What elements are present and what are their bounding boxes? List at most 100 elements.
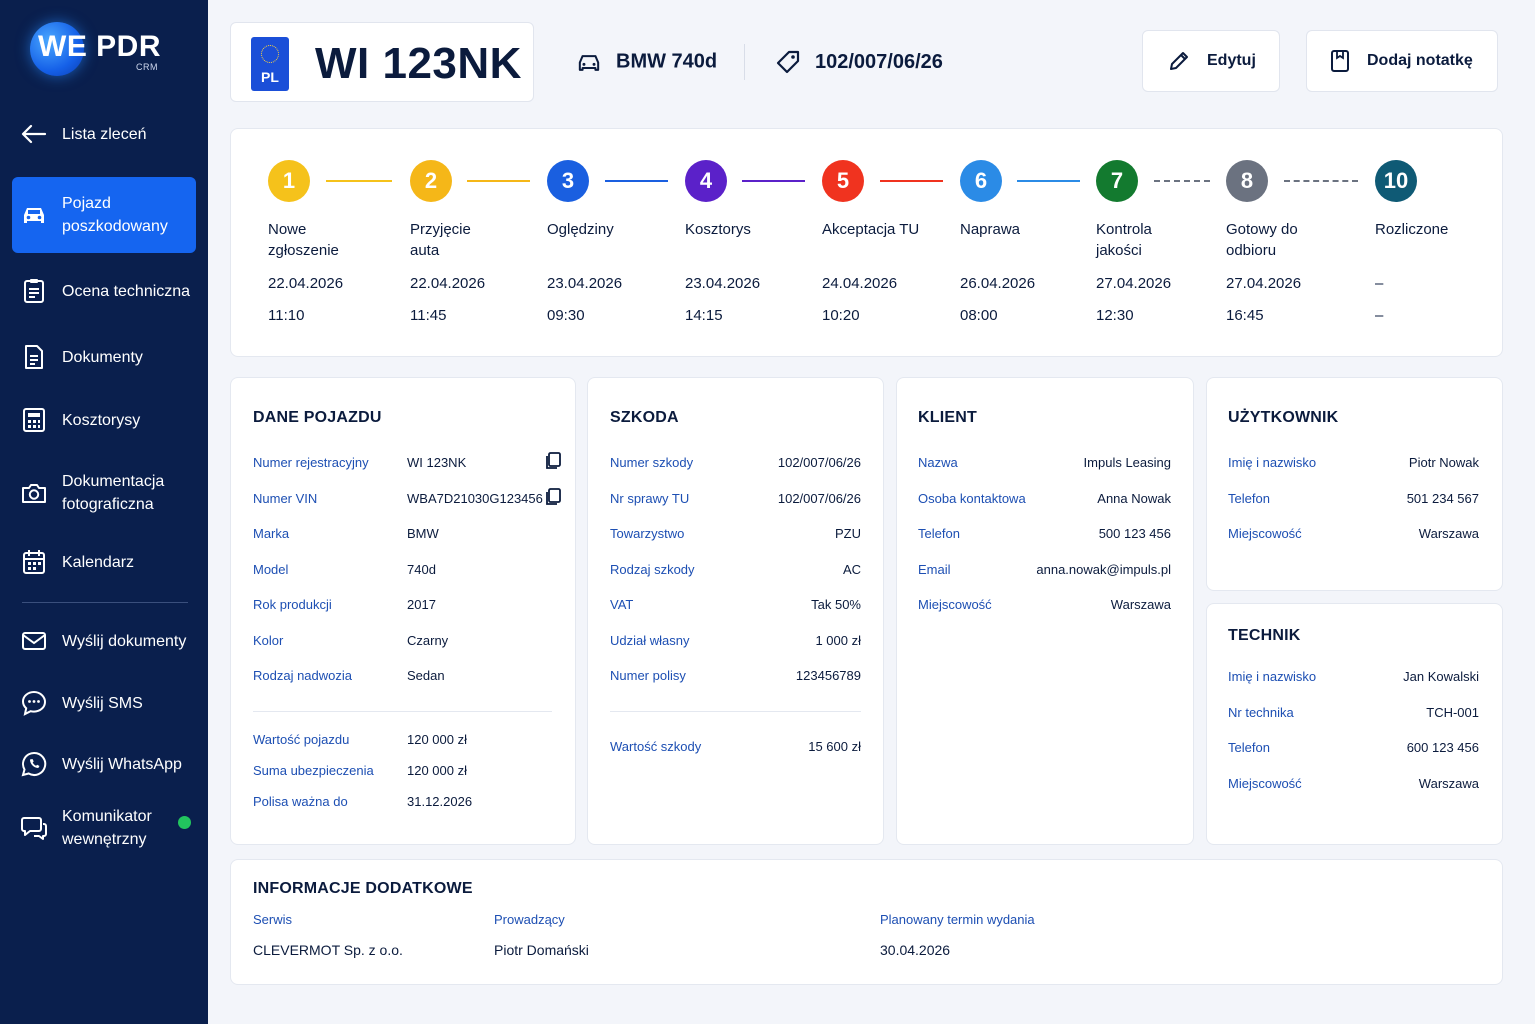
user-field-value: 501 234 567: [1406, 490, 1479, 506]
sidebar-divider: [22, 602, 188, 603]
sidebar-item-label: Wyślij SMS: [62, 694, 143, 712]
sidebar-item-label: Komunikator wewnętrzny: [62, 808, 152, 848]
sidebar-item-calendar[interactable]: Kalendarz: [12, 547, 196, 577]
damage-field-value: 123456789: [795, 668, 861, 683]
damage-divider: [610, 711, 861, 712]
edit-button[interactable]: Edytuj: [1142, 30, 1280, 92]
sidebar-item-vehicle[interactable]: Pojazd poszkodowany: [12, 177, 196, 253]
sidebar-item-internal-chat[interactable]: Komunikator wewnętrzny: [12, 804, 196, 852]
timeline-step[interactable]: 2: [410, 160, 452, 202]
step-time: 12:30: [1096, 307, 1134, 324]
user-card-title: UŻYTKOWNIK: [1228, 409, 1339, 426]
step-label: Gotowy do odbioru: [1226, 221, 1298, 259]
timeline-step[interactable]: 4: [685, 160, 727, 202]
step-time: 16:45: [1226, 307, 1264, 324]
timeline-step[interactable]: 7: [1096, 160, 1138, 202]
camera-icon: [20, 479, 48, 507]
timeline-connector: [1154, 180, 1210, 182]
sidebar-item-label: Dokumenty: [62, 348, 143, 366]
step-date: –: [1375, 275, 1384, 292]
clipboard-icon: [20, 277, 48, 305]
vehicle-value-amount: 31.12.2026: [407, 794, 473, 809]
timeline-connector: [326, 180, 392, 182]
sidebar-item-send-whatsapp[interactable]: Wyślij WhatsApp: [12, 749, 196, 779]
step-label: Przyjęcie auta: [410, 221, 471, 259]
damage-field-label: VAT: [610, 597, 634, 612]
sidebar-item-send-sms[interactable]: Wyślij SMS: [12, 688, 196, 718]
client-field-label: Email: [918, 561, 951, 577]
calculator-icon: [20, 406, 48, 434]
plate-number: WI 123NK: [315, 39, 522, 88]
step-label: Kosztorys: [685, 221, 751, 238]
sidebar-item-send-documents[interactable]: Wyślij dokumenty: [12, 626, 196, 656]
sidebar-item-tech-assessment[interactable]: Ocena techniczna: [12, 276, 196, 306]
vehicle-field-value: WI 123NK: [407, 455, 467, 470]
step-label: Naprawa: [960, 221, 1021, 238]
damage-field-value: AC: [842, 561, 861, 577]
vehicle-value-label: Suma ubezpieczenia: [253, 763, 374, 778]
timeline-step[interactable]: 5: [822, 160, 864, 202]
service-label: Serwis: [253, 912, 293, 927]
edit-label: Edytuj: [1207, 52, 1256, 69]
pencil-icon: [1167, 49, 1191, 73]
claim-number-info: 102/007/06/26: [775, 49, 943, 75]
vehicle-field-label: Marka: [253, 526, 290, 541]
vehicle-field-value: Czarny: [407, 632, 449, 648]
step-number-badge: 4: [685, 160, 727, 202]
timeline-step[interactable]: 8: [1226, 160, 1268, 202]
timeline-step[interactable]: 6: [960, 160, 1002, 202]
user-field-label: Telefon: [1228, 490, 1270, 506]
sidebar-item-label: Pojazd poszkodowany: [62, 195, 168, 235]
timeline-step[interactable]: 1: [268, 160, 310, 202]
additional-info-card: [230, 859, 1503, 985]
service-value: CLEVERMOT Sp. z o.o.: [253, 942, 403, 958]
country-code: PL: [261, 69, 279, 85]
logo[interactable]: WE PDR CRM: [30, 22, 200, 78]
sidebar-item-documents[interactable]: Dokumenty: [12, 342, 196, 372]
tag-icon: [775, 49, 801, 75]
step-number-badge: 5: [822, 160, 864, 202]
step-date: 23.04.2026: [685, 275, 761, 292]
online-status-dot: [178, 816, 191, 829]
timeline-connector: [1017, 180, 1080, 182]
step-label: Oględziny: [547, 221, 614, 238]
lead-label: Prowadzący: [494, 912, 565, 927]
step-number-badge: 1: [268, 160, 310, 202]
user-field-value: Piotr Nowak: [1408, 455, 1479, 470]
sidebar-item-label: Kosztorysy: [62, 411, 141, 429]
vehicle-field-label: Rodzaj nadwozia: [253, 668, 353, 683]
client-field-value: 500 123 456: [1098, 526, 1171, 541]
timeline-step[interactable]: 3: [547, 160, 589, 202]
step-date: 22.04.2026: [410, 275, 486, 292]
vehicle-field-value: 2017: [407, 597, 436, 612]
step-label: Akceptacja TU: [822, 221, 920, 238]
vehicle-field-value: Sedan: [407, 668, 445, 683]
step-label: Nowe zgłoszenie: [268, 221, 339, 259]
client-field-value: anna.nowak@impuls.pl: [1036, 561, 1171, 577]
step-number-badge: 8: [1226, 160, 1268, 202]
sidebar-item-label: Wyślij WhatsApp: [62, 755, 182, 773]
sms-icon: [20, 689, 48, 717]
step-time: 08:00: [960, 307, 998, 324]
sidebar-item-label: Dokumentacja fotograficzna: [62, 473, 165, 513]
copy-plate-icon[interactable]: [545, 452, 561, 470]
step-date: 24.04.2026: [822, 275, 898, 292]
back-to-orders-link[interactable]: Lista zleceń: [12, 120, 196, 148]
damage-card-title: SZKODA: [610, 409, 679, 426]
damage-field-value: Tak 50%: [811, 597, 861, 612]
step-number-badge: 6: [960, 160, 1002, 202]
step-time: 10:20: [822, 307, 860, 324]
add-note-button[interactable]: Dodaj notatkę: [1306, 30, 1498, 92]
step-date: 23.04.2026: [547, 275, 623, 292]
sidebar-item-photos[interactable]: Dokumentacja fotograficzna: [12, 468, 196, 518]
sidebar-item-estimates[interactable]: Kosztorysy: [12, 405, 196, 435]
vehicle-field-label: Model: [253, 561, 289, 577]
vehicle-field-value: BMW: [407, 526, 439, 541]
copy-vin-icon[interactable]: [545, 488, 561, 506]
technician-field-value: TCH-001: [1426, 704, 1479, 720]
arrow-left-icon: [20, 120, 48, 148]
user-field-value: Warszawa: [1418, 526, 1479, 541]
step-time: 11:10: [268, 307, 305, 324]
add-note-label: Dodaj notatkę: [1367, 52, 1473, 69]
timeline-step[interactable]: 10: [1375, 160, 1417, 202]
